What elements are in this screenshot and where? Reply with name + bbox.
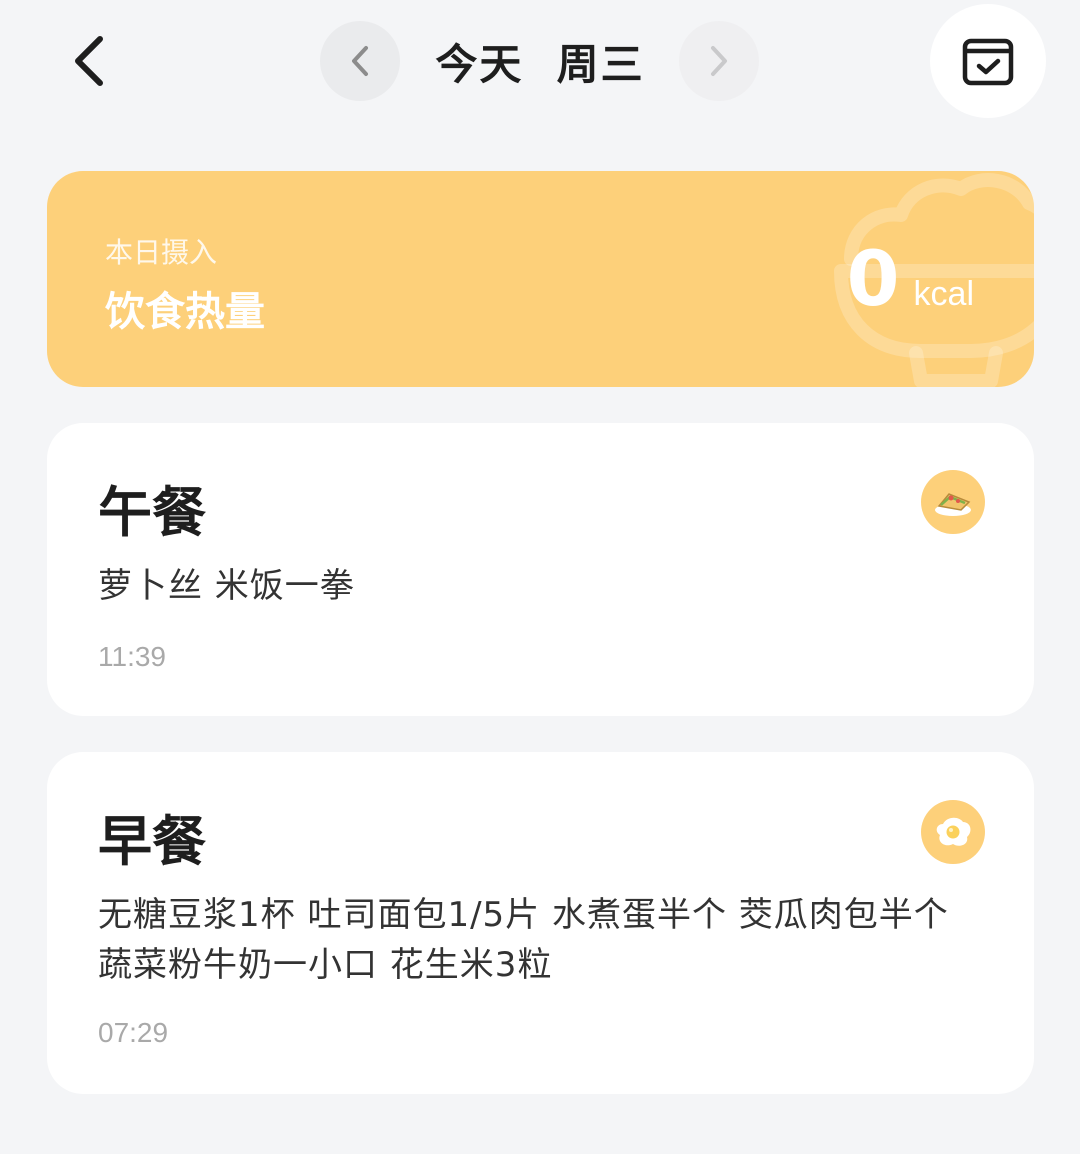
calorie-value: 0 kcal (847, 241, 974, 317)
back-button[interactable] (60, 30, 120, 92)
chevron-left-icon (352, 46, 368, 76)
chevron-left-icon (75, 36, 103, 86)
meal-card-lunch[interactable]: 午餐 萝卜丝 米饭一拳 11:39 (47, 423, 1034, 716)
meal-description: 无糖豆浆1杯 吐司面包1/5片 水煮蛋半个 茭瓜肉包半个 蔬菜粉牛奶一小口 花生… (98, 895, 949, 985)
summary-title: 饮食热量 (105, 289, 265, 335)
calorie-summary-card: 本日摄入 饮食热量 0 kcal (47, 171, 1034, 387)
calorie-unit: kcal (913, 275, 974, 313)
date-title: 今天 周三 (435, 39, 645, 89)
meal-time: 11:39 (98, 641, 166, 672)
meal-title: 午餐 (98, 481, 206, 544)
meal-time: 07:29 (98, 1017, 169, 1048)
calendar-button[interactable] (930, 4, 1046, 118)
sandwich-icon (921, 470, 985, 534)
meal-description: 萝卜丝 米饭一拳 (98, 566, 355, 606)
meal-title: 早餐 (98, 810, 206, 873)
fried-egg-icon (921, 800, 985, 864)
meal-card-breakfast[interactable]: 早餐 无糖豆浆1杯 吐司面包1/5片 水煮蛋半个 茭瓜肉包半个 蔬菜粉牛奶一小口… (47, 752, 1034, 1094)
calorie-number: 0 (846, 234, 900, 323)
top-bar: 今天 周三 (0, 0, 1080, 125)
previous-day-button[interactable] (320, 21, 400, 101)
summary-label: 本日摄入 (105, 236, 218, 269)
calendar-check-icon (962, 38, 1014, 86)
next-day-button[interactable] (679, 21, 759, 101)
chevron-right-icon (711, 46, 727, 76)
